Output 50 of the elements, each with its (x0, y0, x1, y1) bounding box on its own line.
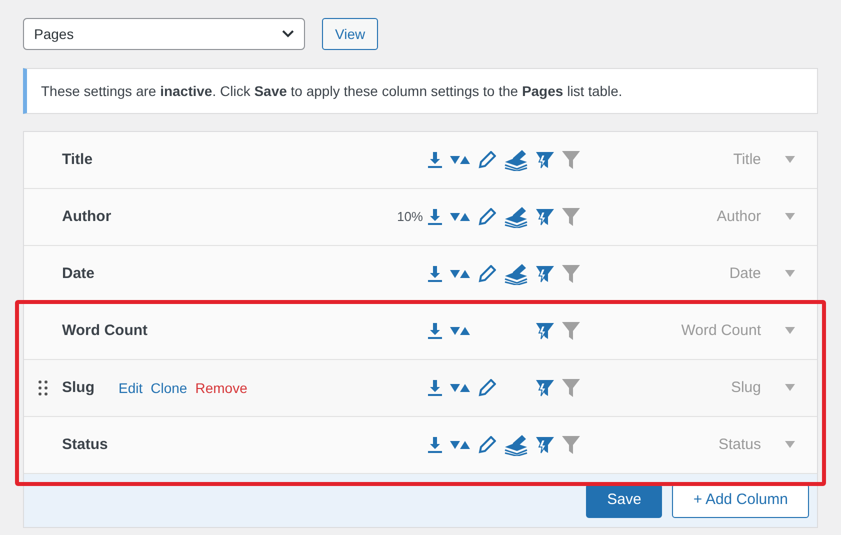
sort-icon[interactable] (449, 268, 471, 280)
column-label: Date (728, 264, 761, 284)
sort-icon[interactable] (449, 211, 471, 223)
bolt-funnel-icon[interactable] (535, 435, 555, 455)
stacked-pencil-icon[interactable] (503, 149, 529, 171)
download-icon[interactable] (427, 322, 443, 340)
save-button[interactable]: Save (586, 484, 662, 518)
column-label: Slug (730, 378, 761, 398)
column-name: Word Count (62, 320, 148, 341)
add-column-button[interactable]: + Add Column (672, 484, 809, 518)
remove-link[interactable]: Remove (195, 378, 248, 398)
column-name: Slug (62, 378, 94, 398)
pencil-icon[interactable] (478, 265, 496, 283)
post-type-select[interactable]: Pages (23, 18, 305, 50)
column-name: Title (62, 150, 93, 170)
bolt-funnel-icon[interactable] (535, 207, 555, 227)
pencil-icon[interactable] (478, 208, 496, 226)
bolt-funnel-icon[interactable] (535, 150, 555, 170)
column-label: Title (732, 150, 761, 170)
column-name: Author (62, 206, 112, 227)
download-icon[interactable] (427, 379, 443, 397)
stacked-pencil-icon[interactable] (503, 434, 529, 456)
stacked-pencil-icon[interactable] (503, 263, 529, 285)
sort-icon[interactable] (449, 325, 471, 337)
download-icon[interactable] (427, 436, 443, 454)
column-label: Word Count (680, 320, 761, 341)
column-label: Status (717, 434, 761, 455)
pencil-icon[interactable] (478, 379, 496, 397)
download-icon[interactable] (427, 265, 443, 283)
sort-icon[interactable] (449, 154, 471, 166)
stacked-pencil-icon[interactable] (503, 206, 529, 228)
column-label: Author (716, 206, 761, 227)
column-name: Date (62, 264, 95, 284)
chevron-down-icon (282, 30, 294, 38)
bolt-funnel-icon[interactable] (535, 321, 555, 341)
download-icon[interactable] (427, 208, 443, 226)
pencil-icon[interactable] (478, 151, 496, 169)
pencil-icon[interactable] (478, 436, 496, 454)
action-link[interactable]: Clone (150, 378, 188, 398)
view-button[interactable]: View (322, 18, 378, 50)
bolt-funnel-icon[interactable] (535, 378, 555, 398)
width-label: 10% (396, 208, 423, 226)
sort-icon[interactable] (449, 439, 471, 451)
action-link[interactable]: Edit (118, 378, 143, 398)
drag-handle-icon[interactable] (38, 380, 48, 396)
bolt-funnel-icon[interactable] (535, 264, 555, 284)
notice: These settings are inactive. Click Save to apply these column settings to the Pages list table. (23, 68, 818, 114)
sort-icon[interactable] (449, 382, 471, 394)
download-icon[interactable] (427, 151, 443, 169)
column-name: Status (62, 434, 108, 455)
